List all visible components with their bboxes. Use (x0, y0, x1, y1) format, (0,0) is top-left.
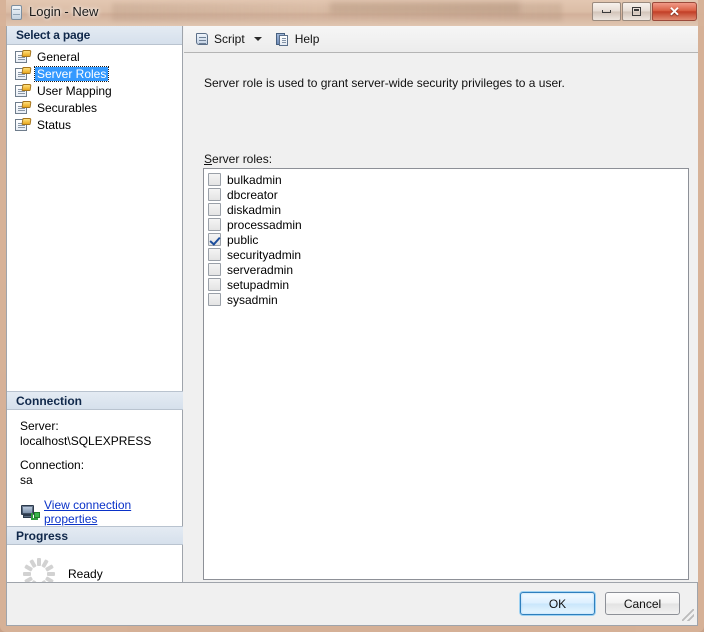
restore-icon (623, 3, 650, 20)
role-checkbox[interactable] (208, 278, 221, 291)
computer-connection-icon (20, 504, 40, 520)
select-a-page-pane: Select a page General Server Roles User … (7, 26, 183, 590)
script-button[interactable]: Script (191, 28, 248, 50)
connection-label: Connection: (20, 458, 85, 472)
page-icon (15, 84, 32, 98)
list-item[interactable]: public (204, 232, 688, 247)
sidebar-item-label: Status (37, 118, 72, 132)
sidebar-item-user-mapping[interactable]: User Mapping (13, 83, 175, 99)
dialog-button-bar: OK Cancel (7, 582, 697, 624)
connection-body: Server: localhost\SQLEXPRESS Connection:… (7, 410, 183, 526)
background-window-blur-secondary (330, 2, 520, 14)
help-pages-icon (275, 32, 291, 47)
role-label: diskadmin (227, 202, 282, 217)
minimize-button[interactable] (592, 2, 621, 21)
caption-buttons: ✕ (591, 2, 697, 21)
title-bar[interactable]: Login - New ✕ (0, 0, 704, 26)
window-title: Login - New (29, 4, 99, 19)
role-checkbox[interactable] (208, 188, 221, 201)
server-roles-listbox[interactable]: bulkadmin dbcreator diskadmin processadm… (203, 168, 689, 580)
role-label: setupadmin (227, 277, 290, 292)
role-checkbox-checked[interactable] (208, 233, 221, 246)
list-item[interactable]: diskadmin (204, 202, 688, 217)
page-toolbar: Script Help (184, 26, 698, 53)
server-value: localhost\SQLEXPRESS (20, 434, 152, 448)
role-label: dbcreator (227, 187, 278, 202)
connection-value: sa (20, 473, 33, 487)
page-icon (15, 118, 32, 132)
close-button[interactable]: ✕ (652, 2, 697, 21)
page-content-pane: Script Help Server role is used to grant… (184, 26, 698, 582)
list-item[interactable]: setupadmin (204, 277, 688, 292)
role-checkbox[interactable] (208, 248, 221, 261)
list-item[interactable]: sysadmin (204, 292, 688, 307)
page-list: General Server Roles User Mapping Secura… (7, 45, 182, 133)
view-connection-properties-link[interactable]: View connection properties (44, 498, 183, 526)
list-item[interactable]: processadmin (204, 217, 688, 232)
script-scroll-icon (194, 32, 210, 47)
page-icon (15, 101, 32, 115)
script-dropdown-chevron-down-icon[interactable] (253, 37, 262, 41)
list-item[interactable]: serveradmin (204, 262, 688, 277)
role-label: bulkadmin (227, 172, 282, 187)
dialog-client-area: Select a page General Server Roles User … (6, 26, 698, 626)
cancel-button[interactable]: Cancel (605, 592, 680, 615)
list-item[interactable]: securityadmin (204, 247, 688, 262)
role-checkbox[interactable] (208, 263, 221, 276)
connection-section: Connection Server: localhost\SQLEXPRESS … (7, 391, 183, 526)
sidebar-item-status[interactable]: Status (13, 117, 175, 133)
list-item[interactable]: dbcreator (204, 187, 688, 202)
sidebar-item-label: Server Roles (33, 66, 110, 82)
role-label: processadmin (227, 217, 302, 232)
role-checkbox[interactable] (208, 293, 221, 306)
view-connection-properties-row[interactable]: View connection properties (20, 498, 183, 526)
close-icon: ✕ (669, 3, 680, 19)
sidebar-item-server-roles[interactable]: Server Roles (13, 66, 175, 82)
role-checkbox[interactable] (208, 173, 221, 186)
server-roles-label-rest: erver roles: (212, 152, 273, 166)
help-button[interactable]: Help (272, 28, 323, 50)
connection-header: Connection (7, 391, 183, 410)
role-label: serveradmin (227, 262, 294, 277)
server-roles-label: Server roles: (204, 152, 272, 166)
page-icon (15, 67, 32, 81)
list-item[interactable]: bulkadmin (204, 172, 688, 187)
help-button-label: Help (294, 32, 320, 46)
sidebar-item-label: User Mapping (37, 84, 112, 98)
role-checkbox[interactable] (208, 218, 221, 231)
sidebar-item-securables[interactable]: Securables (13, 100, 175, 116)
resize-grip[interactable] (682, 609, 694, 621)
minimize-icon (593, 3, 620, 20)
script-button-label: Script (214, 32, 245, 46)
role-label: sysadmin (227, 292, 278, 307)
login-new-dialog: Login - New ✕ Select a page General Serv… (0, 0, 704, 632)
restore-button[interactable] (622, 2, 651, 21)
page-icon (15, 50, 32, 64)
progress-status-text: Ready (68, 567, 103, 581)
page-description: Server role is used to grant server-wide… (204, 76, 565, 90)
sidebar-item-label: Securables (37, 101, 98, 115)
server-label: Server: (20, 419, 59, 433)
role-label: securityadmin (227, 247, 302, 262)
sidebar-item-general[interactable]: General (13, 49, 175, 65)
server-roles-label-accel: S (204, 152, 213, 166)
role-label: public (227, 232, 259, 247)
progress-header: Progress (7, 526, 183, 545)
ok-button[interactable]: OK (520, 592, 595, 615)
server-database-icon (11, 5, 22, 20)
role-checkbox[interactable] (208, 203, 221, 216)
sidebar-header: Select a page (7, 26, 182, 45)
sidebar-item-label: General (37, 50, 80, 64)
